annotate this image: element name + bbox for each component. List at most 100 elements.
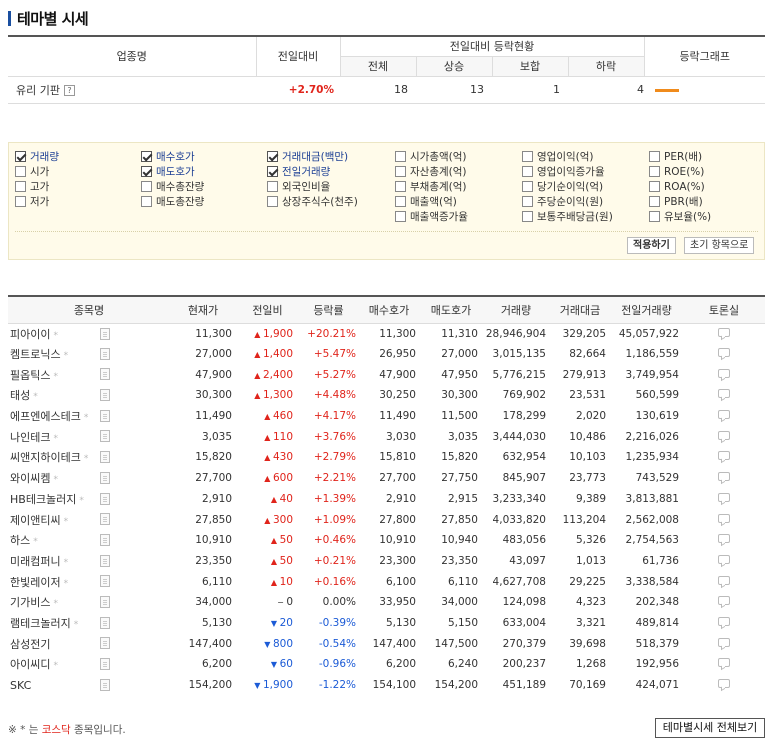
discussion-cell[interactable] bbox=[683, 364, 765, 385]
stock-name-link[interactable]: 하스 bbox=[10, 534, 30, 547]
discussion-cell[interactable] bbox=[683, 447, 765, 468]
speech-bubble-icon[interactable] bbox=[718, 513, 730, 523]
speech-bubble-icon[interactable] bbox=[718, 554, 730, 564]
option-checkbox[interactable]: 거래량 bbox=[15, 149, 59, 164]
option-checkbox[interactable]: 부채총계(억) bbox=[395, 179, 467, 194]
option-checkbox[interactable]: 매수호가 bbox=[141, 149, 195, 164]
stock-name-link[interactable]: 램테크놀러지 bbox=[10, 617, 71, 630]
reset-button[interactable]: 초기 항목으로 bbox=[684, 237, 755, 254]
stock-name-cell[interactable]: 제이앤티씨 * bbox=[8, 509, 170, 530]
checkbox-unchecked-icon[interactable] bbox=[522, 151, 533, 162]
stock-name-cell[interactable]: HB테크놀러지 * bbox=[8, 489, 170, 510]
speech-bubble-icon[interactable] bbox=[718, 658, 730, 668]
option-checkbox[interactable]: 매출액(억) bbox=[395, 194, 457, 209]
option-checkbox[interactable]: 당기순이익(억) bbox=[522, 179, 603, 194]
checkbox-unchecked-icon[interactable] bbox=[395, 211, 406, 222]
stock-name-cell[interactable]: 피아이이 * bbox=[8, 323, 170, 344]
stock-name-link[interactable]: 삼성전기 bbox=[10, 638, 50, 651]
stock-name-link[interactable]: 제이앤티씨 bbox=[10, 514, 61, 527]
speech-bubble-icon[interactable] bbox=[718, 596, 730, 606]
checkbox-unchecked-icon[interactable] bbox=[522, 181, 533, 192]
checkbox-unchecked-icon[interactable] bbox=[522, 211, 533, 222]
speech-bubble-icon[interactable] bbox=[718, 616, 730, 626]
stock-name-link[interactable]: SKC bbox=[10, 679, 31, 692]
speech-bubble-icon[interactable] bbox=[718, 679, 730, 689]
speech-bubble-icon[interactable] bbox=[718, 430, 730, 440]
stock-name-cell[interactable]: 씨앤지하이테크 * bbox=[8, 447, 170, 468]
discussion-cell[interactable] bbox=[683, 551, 765, 572]
option-checkbox[interactable]: 매수총잔량 bbox=[141, 179, 204, 194]
discussion-cell[interactable] bbox=[683, 613, 765, 634]
stock-name-cell[interactable]: 미래컴퍼니 * bbox=[8, 551, 170, 572]
document-icon[interactable] bbox=[100, 513, 110, 526]
discussion-cell[interactable] bbox=[683, 426, 765, 447]
stock-name-link[interactable]: 미래컴퍼니 bbox=[10, 555, 61, 568]
discussion-cell[interactable] bbox=[683, 385, 765, 406]
stock-name-link[interactable]: 기가비스 bbox=[10, 596, 50, 609]
option-checkbox[interactable]: 거래대금(백만) bbox=[267, 149, 348, 164]
document-icon[interactable] bbox=[100, 575, 110, 588]
discussion-cell[interactable] bbox=[683, 592, 765, 613]
stock-name-cell[interactable]: 와이씨켐 * bbox=[8, 468, 170, 489]
stock-name-link[interactable]: 씨앤지하이테크 bbox=[10, 451, 81, 464]
discussion-cell[interactable] bbox=[683, 509, 765, 530]
document-icon[interactable] bbox=[100, 616, 110, 629]
discussion-cell[interactable] bbox=[683, 654, 765, 675]
stock-name-link[interactable]: 아이씨디 bbox=[10, 658, 50, 671]
stock-name-cell[interactable]: 태성 * bbox=[8, 385, 170, 406]
stock-name-link[interactable]: 한빛레이저 bbox=[10, 576, 61, 589]
option-checkbox[interactable]: 영업이익증가율 bbox=[522, 164, 605, 179]
checkbox-unchecked-icon[interactable] bbox=[15, 166, 26, 177]
stock-name-cell[interactable]: SKC bbox=[8, 675, 170, 696]
speech-bubble-icon[interactable] bbox=[718, 368, 730, 378]
stock-name-link[interactable]: 와이씨켐 bbox=[10, 472, 50, 485]
checkbox-checked-icon[interactable] bbox=[267, 151, 278, 162]
speech-bubble-icon[interactable] bbox=[718, 451, 730, 461]
checkbox-unchecked-icon[interactable] bbox=[649, 151, 660, 162]
stock-name-link[interactable]: 태성 bbox=[10, 389, 30, 402]
checkbox-unchecked-icon[interactable] bbox=[15, 181, 26, 192]
speech-bubble-icon[interactable] bbox=[718, 389, 730, 399]
checkbox-unchecked-icon[interactable] bbox=[649, 181, 660, 192]
checkbox-unchecked-icon[interactable] bbox=[522, 196, 533, 207]
speech-bubble-icon[interactable] bbox=[718, 327, 730, 337]
option-checkbox[interactable]: 시가 bbox=[15, 164, 49, 179]
document-icon[interactable] bbox=[100, 471, 110, 484]
document-icon[interactable] bbox=[100, 451, 110, 464]
checkbox-unchecked-icon[interactable] bbox=[649, 166, 660, 177]
checkbox-unchecked-icon[interactable] bbox=[649, 196, 660, 207]
speech-bubble-icon[interactable] bbox=[718, 492, 730, 502]
option-checkbox[interactable]: 시가총액(억) bbox=[395, 149, 467, 164]
discussion-cell[interactable] bbox=[683, 406, 765, 427]
option-checkbox[interactable]: 저가 bbox=[15, 194, 49, 209]
option-checkbox[interactable]: ROE(%) bbox=[649, 164, 704, 179]
speech-bubble-icon[interactable] bbox=[718, 534, 730, 544]
option-checkbox[interactable]: 매도총잔량 bbox=[141, 194, 204, 209]
discussion-cell[interactable] bbox=[683, 675, 765, 696]
view-all-button[interactable]: 테마별시세 전체보기 bbox=[655, 718, 765, 738]
stock-name-cell[interactable]: 나인테크 * bbox=[8, 426, 170, 447]
document-icon[interactable] bbox=[100, 554, 110, 567]
option-checkbox[interactable]: 자산총계(억) bbox=[395, 164, 467, 179]
checkbox-checked-icon[interactable] bbox=[267, 166, 278, 177]
checkbox-unchecked-icon[interactable] bbox=[395, 181, 406, 192]
discussion-cell[interactable] bbox=[683, 489, 765, 510]
checkbox-checked-icon[interactable] bbox=[141, 151, 152, 162]
stock-name-cell[interactable]: 에프엔에스테크 * bbox=[8, 406, 170, 427]
document-icon[interactable] bbox=[100, 533, 110, 546]
stock-name-cell[interactable]: 켐트로닉스 * bbox=[8, 344, 170, 365]
stock-name-cell[interactable]: 필옵틱스 * bbox=[8, 364, 170, 385]
document-icon[interactable] bbox=[100, 368, 110, 381]
document-icon[interactable] bbox=[100, 658, 110, 670]
option-checkbox[interactable]: 영업이익(억) bbox=[522, 149, 594, 164]
stock-name-link[interactable]: 켐트로닉스 bbox=[10, 348, 61, 361]
option-checkbox[interactable]: 매출액증가율 bbox=[395, 209, 468, 224]
checkbox-unchecked-icon[interactable] bbox=[522, 166, 533, 177]
document-icon[interactable] bbox=[100, 327, 110, 340]
checkbox-checked-icon[interactable] bbox=[15, 151, 26, 162]
document-icon[interactable] bbox=[100, 409, 110, 422]
option-checkbox[interactable]: 외국인비율 bbox=[267, 179, 330, 194]
option-checkbox[interactable]: 매도호가 bbox=[141, 164, 195, 179]
document-icon[interactable] bbox=[100, 492, 110, 505]
discussion-cell[interactable] bbox=[683, 468, 765, 489]
